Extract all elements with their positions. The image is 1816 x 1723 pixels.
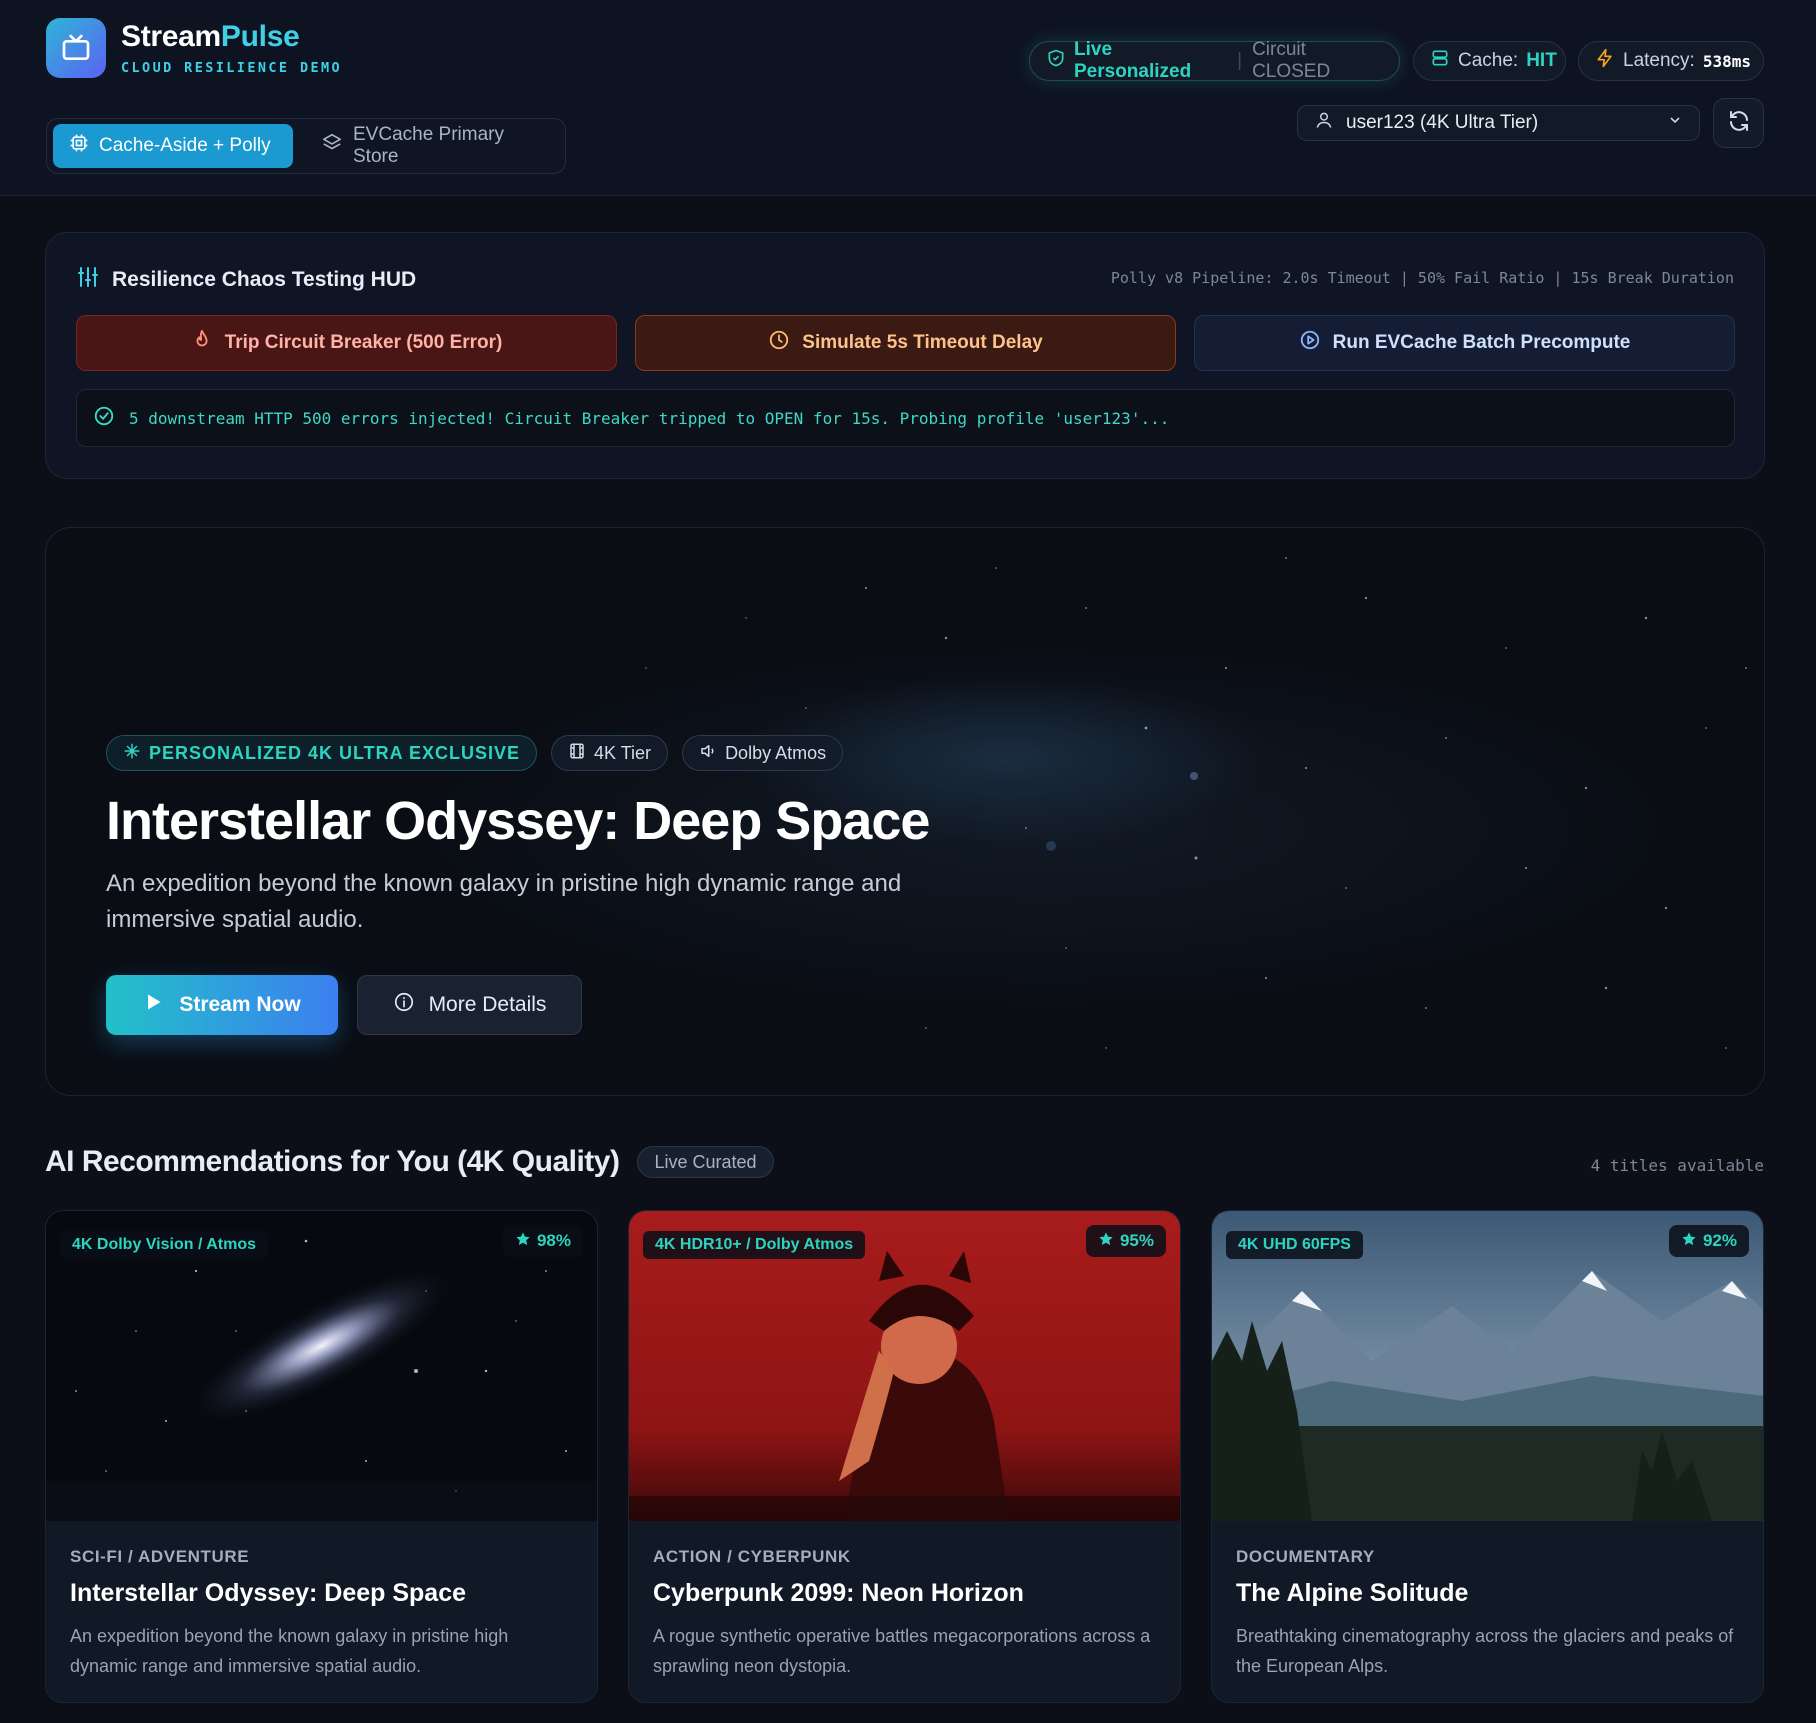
tab-evcache-primary-store[interactable]: EVCache Primary Store	[305, 124, 555, 168]
rating-badge: 92%	[1668, 1225, 1749, 1257]
latency-pill: Latency: 538ms	[1578, 41, 1764, 81]
card-description: An expedition beyond the known galaxy in…	[70, 1626, 509, 1676]
recommendations-header: AI Recommendations for You (4K Quality) …	[45, 1145, 774, 1179]
hud-event-log: 5 downstream HTTP 500 errors injected! C…	[76, 389, 1735, 447]
refresh-button[interactable]	[1713, 98, 1764, 148]
info-icon	[393, 991, 415, 1019]
live-curated-badge: Live Curated	[637, 1146, 774, 1178]
server-icon	[1430, 48, 1450, 74]
rating-badge: 95%	[1085, 1225, 1166, 1257]
sparkle-icon	[123, 742, 141, 765]
tab-label: EVCache Primary Store	[353, 124, 504, 167]
live-status-pill: Live Personalized | Circuit CLOSED	[1029, 39, 1400, 82]
tier-chip: 4K Tier	[551, 735, 669, 771]
tv-logo-icon	[46, 18, 106, 78]
button-label: Stream Now	[179, 993, 301, 1016]
button-label: Simulate 5s Timeout Delay	[802, 332, 1043, 353]
card-description: Breathtaking cinematography across the g…	[1236, 1626, 1734, 1676]
log-message: 5 downstream HTTP 500 errors injected! C…	[129, 408, 1170, 428]
hero-description: An expedition beyond the known galaxy in…	[106, 870, 902, 933]
hud-pipeline-meta: Polly v8 Pipeline: 2.0s Timeout | 50% Fa…	[1110, 269, 1734, 287]
tab-cache-aside-polly[interactable]: Cache-Aside + Polly	[53, 124, 293, 168]
brand-name: StreamPulse	[121, 20, 342, 54]
flame-icon	[191, 329, 213, 357]
cache-status-pill: Cache: HIT	[1413, 41, 1566, 81]
card-title: Interstellar Odyssey: Deep Space	[70, 1579, 467, 1607]
check-circle-icon	[93, 405, 115, 431]
cache-value: HIT	[1526, 50, 1557, 71]
rating-badge: 98%	[502, 1225, 583, 1257]
brand-name-part-a: Stream	[121, 20, 221, 53]
recommendation-card[interactable]: 4K Dolby Vision / Atmos 98% SCI-FI / ADV…	[45, 1210, 598, 1703]
star-icon	[1681, 1231, 1697, 1252]
speaker-icon	[699, 742, 717, 765]
sliders-icon	[76, 265, 100, 295]
star-icon	[515, 1231, 531, 1252]
brand-name-part-b: Pulse	[220, 20, 300, 53]
cache-label: Cache:	[1458, 50, 1519, 71]
hero-chips: PERSONALIZED 4K ULTRA EXCLUSIVE 4K Tier …	[106, 735, 844, 771]
quality-tag: 4K UHD 60FPS	[1226, 1231, 1363, 1259]
run-evcache-precompute-button[interactable]: Run EVCache Batch Precompute	[1194, 315, 1735, 371]
shield-icon	[1046, 48, 1066, 74]
card-genre: SCI-FI / ADVENTURE	[70, 1547, 250, 1566]
trip-circuit-breaker-button[interactable]: Trip Circuit Breaker (500 Error)	[76, 315, 617, 371]
recommendation-card[interactable]: 4K HDR10+ / Dolby Atmos 95% ACTION / CYB…	[628, 1210, 1181, 1703]
hud-title-text: Resilience Chaos Testing HUD	[112, 268, 417, 291]
titles-count: 4 titles available	[1590, 1156, 1764, 1175]
rating-value: 98%	[536, 1231, 571, 1250]
latency-label: Latency:	[1623, 50, 1695, 71]
rating-value: 92%	[1702, 1231, 1737, 1250]
card-description: A rogue synthetic operative battles mega…	[653, 1626, 1151, 1676]
user-profile-select[interactable]: user123 (4K Ultra Tier)	[1297, 105, 1700, 141]
more-details-button[interactable]: More Details	[357, 975, 582, 1035]
layers-icon	[321, 132, 343, 160]
play-icon	[143, 992, 163, 1018]
recommendation-card[interactable]: 4K UHD 60FPS 92% DOCUMENTARY The Alpine …	[1211, 1210, 1764, 1703]
card-genre: DOCUMENTARY	[1236, 1547, 1375, 1566]
clock-icon	[768, 329, 790, 357]
hero-title: Interstellar Odyssey: Deep Space	[106, 791, 930, 851]
tab-label: Cache-Aside + Polly	[99, 135, 271, 156]
audio-chip: Dolby Atmos	[682, 735, 844, 771]
stream-now-button[interactable]: Stream Now	[106, 975, 338, 1035]
card-title: Cyberpunk 2099: Neon Horizon	[653, 1579, 1024, 1607]
hud-title: Resilience Chaos Testing HUD	[76, 265, 416, 295]
chaos-testing-hud: Resilience Chaos Testing HUD Polly v8 Pi…	[45, 232, 1765, 479]
button-label: More Details	[428, 993, 547, 1016]
quality-tag: 4K HDR10+ / Dolby Atmos	[643, 1231, 866, 1259]
featured-hero: PERSONALIZED 4K ULTRA EXCLUSIVE 4K Tier …	[45, 527, 1765, 1096]
quality-tag: 4K Dolby Vision / Atmos	[60, 1231, 269, 1259]
star-icon	[1098, 1231, 1114, 1252]
chip-label: Dolby Atmos	[725, 742, 827, 763]
simulate-timeout-button[interactable]: Simulate 5s Timeout Delay	[635, 315, 1176, 371]
app-header: StreamPulse CLOUD RESILIENCE DEMO Cache-…	[0, 0, 1816, 196]
brand-subtitle: CLOUD RESILIENCE DEMO	[121, 60, 343, 76]
latency-value: 538ms	[1702, 51, 1751, 71]
button-label: Run EVCache Batch Precompute	[1332, 332, 1631, 353]
card-genre: ACTION / CYBERPUNK	[653, 1547, 851, 1566]
circuit-status: Circuit CLOSED	[1252, 39, 1331, 82]
refresh-icon	[1727, 109, 1751, 138]
film-icon	[568, 742, 586, 765]
status-separator: |	[1237, 50, 1243, 71]
lightning-icon	[1595, 48, 1615, 74]
chevron-down-icon	[1667, 112, 1683, 134]
button-label: Trip Circuit Breaker (500 Error)	[224, 332, 503, 353]
play-circle-icon	[1299, 329, 1321, 357]
exclusive-chip: PERSONALIZED 4K ULTRA EXCLUSIVE	[106, 735, 538, 771]
card-title: The Alpine Solitude	[1236, 1579, 1469, 1607]
user-icon	[1314, 110, 1334, 136]
brand: StreamPulse CLOUD RESILIENCE DEMO	[121, 20, 342, 76]
mode-tabs: Cache-Aside + Polly EVCache Primary Stor…	[46, 118, 566, 174]
chip-label: PERSONALIZED 4K ULTRA EXCLUSIVE	[149, 742, 521, 763]
user-select-value: user123 (4K Ultra Tier)	[1346, 112, 1539, 133]
live-personalized-label: Live Personalized	[1074, 39, 1192, 82]
chip-icon	[69, 133, 89, 159]
recommendations-title: AI Recommendations for You (4K Quality)	[45, 1145, 620, 1178]
chip-label: 4K Tier	[594, 742, 652, 763]
rating-value: 95%	[1119, 1231, 1154, 1250]
